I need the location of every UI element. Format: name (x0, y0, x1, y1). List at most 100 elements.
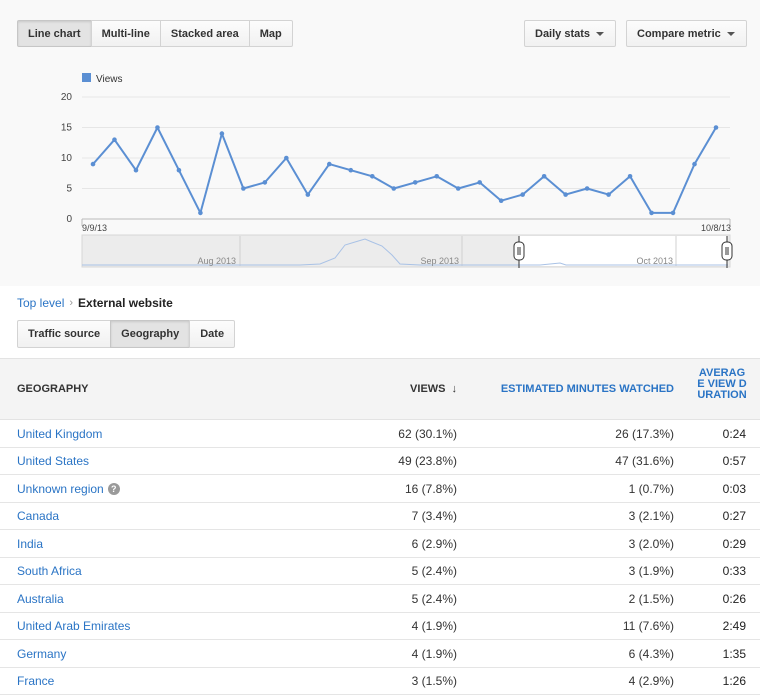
data-point[interactable] (692, 161, 697, 167)
data-point[interactable] (241, 186, 246, 191)
duration-value: 0:27 (722, 509, 746, 523)
table-row: France 3 (1.5%) 4 (2.9%) 1:26 (0, 668, 760, 695)
geo-link[interactable]: Unknown region? (17, 475, 120, 502)
data-point[interactable] (348, 167, 354, 173)
sort-arrow-icon: ↓ (451, 383, 458, 395)
geo-label: Unknown region (17, 481, 104, 496)
timeline-handle-left[interactable] (513, 241, 525, 261)
breadcrumb-top-level[interactable]: Top level (17, 296, 64, 310)
geo-link[interactable]: United Kingdom (17, 420, 102, 447)
data-point[interactable] (455, 186, 461, 191)
data-point[interactable] (498, 198, 504, 203)
views-value: 6 (2.9%) (411, 536, 457, 551)
geo-link[interactable]: United Arab Emirates (17, 613, 130, 640)
breadcrumb: Top level › External website (17, 296, 173, 310)
geo-link[interactable]: Australia (17, 585, 64, 612)
geo-label: France (17, 674, 55, 688)
data-point[interactable] (412, 180, 418, 185)
views-line-chart: 0 5 10 15 20 9/9/13 10/8/13 Views Aug 2013 S… (61, 73, 733, 268)
column-header-views-label: VIEWS (410, 383, 446, 395)
table-row: Germany 4 (1.9%) 6 (4.3%) 1:35 (0, 640, 760, 668)
column-header-views[interactable]: VIEWS ↓ (410, 383, 457, 395)
geo-link[interactable]: India (17, 530, 43, 557)
data-point[interactable] (649, 210, 654, 216)
y-tick-label: 5 (66, 184, 72, 195)
geo-link[interactable]: United States (17, 448, 89, 475)
legend-swatch (82, 73, 91, 82)
views-value: 62 (30.1%) (398, 426, 457, 441)
table-row: South Africa 5 (2.4%) 3 (1.9%) 0:33 (0, 558, 760, 585)
geo-label: United Arab Emirates (17, 619, 131, 633)
views-value: 3 (1.5%) (411, 674, 457, 688)
data-point[interactable] (112, 137, 117, 142)
duration-value: 0:24 (722, 426, 746, 441)
geo-label: India (17, 536, 44, 551)
geo-label: Australia (17, 591, 64, 606)
table-row: United Arab Emirates 4 (1.9%) 11 (7.6%) 2:4… (0, 613, 760, 640)
data-point[interactable] (477, 180, 482, 185)
data-point[interactable] (606, 192, 611, 197)
minutes-value: 26 (17.3%) (615, 426, 674, 441)
geo-link[interactable]: France (17, 668, 54, 695)
timeline-label-aug: Aug 2013 (197, 256, 236, 266)
data-point[interactable] (305, 192, 311, 197)
series-line-views (92, 126, 717, 214)
data-point[interactable] (584, 186, 590, 191)
data-point[interactable] (434, 174, 440, 179)
data-point[interactable] (176, 167, 182, 173)
minutes-value: 11 (7.6%) (622, 619, 674, 633)
geo-link[interactable]: South Africa (17, 558, 82, 585)
tab-geography[interactable]: Geography (110, 320, 191, 348)
minutes-value: 2 (1.5%) (628, 591, 674, 606)
geo-label: United Kingdom (17, 426, 103, 441)
minutes-value: 3 (1.9%) (628, 564, 674, 578)
table-row: United Kingdom 62 (30.1%) 26 (17.3%) 0:24 (0, 420, 760, 448)
tab-date[interactable]: Date (189, 320, 236, 348)
help-icon[interactable]: ? (107, 482, 120, 495)
geography-table: GEOGRAPHY VIEWS ↓ ESTIMATED MINUTES WATC… (0, 358, 760, 695)
tab-traffic-source[interactable]: Traffic source (17, 320, 112, 348)
data-point[interactable] (198, 210, 203, 216)
duration-value: 1:35 (722, 646, 746, 661)
data-point[interactable] (327, 161, 332, 167)
duration-value: 1:26 (722, 674, 746, 688)
table-row: Canada 7 (3.4%) 3 (2.1%) 0:27 (0, 503, 760, 530)
y-tick-label: 0 (66, 214, 72, 225)
data-point[interactable] (262, 180, 268, 185)
data-point[interactable] (627, 174, 633, 179)
geo-label: Canada (17, 509, 60, 523)
data-point[interactable] (563, 192, 568, 197)
geo-link[interactable]: Germany (17, 640, 66, 667)
geo-link[interactable]: Canada (17, 503, 59, 530)
column-header-duration[interactable]: AVERAGE VIEW DURATION (696, 368, 748, 401)
data-point[interactable] (133, 167, 139, 173)
data-point[interactable] (541, 174, 547, 179)
data-point[interactable] (713, 125, 719, 130)
timeline-label-oct: Oct 2013 (636, 256, 673, 266)
views-value: 4 (1.9%) (411, 646, 457, 661)
data-point[interactable] (90, 161, 96, 167)
data-point[interactable] (155, 125, 160, 130)
column-header-geography[interactable]: GEOGRAPHY (17, 383, 89, 395)
views-value: 5 (2.4%) (411, 591, 457, 606)
table-header: GEOGRAPHY VIEWS ↓ ESTIMATED MINUTES WATC… (0, 358, 760, 420)
duration-value: 0:29 (722, 536, 746, 551)
geo-label: South Africa (17, 564, 82, 578)
table-body: United Kingdom 62 (30.1%) 26 (17.3%) 0:24 Un… (0, 420, 760, 695)
column-header-minutes[interactable]: ESTIMATED MINUTES WATCHED (501, 383, 674, 395)
timeline-selection[interactable] (519, 236, 727, 266)
x-start-label: 9/9/13 (82, 223, 107, 233)
data-point[interactable] (520, 192, 525, 197)
data-point[interactable] (369, 174, 375, 179)
data-point[interactable] (219, 131, 225, 136)
minutes-value: 3 (2.1%) (628, 509, 674, 523)
y-tick-label: 15 (61, 123, 73, 134)
minutes-value: 3 (2.0%) (628, 536, 674, 551)
data-point[interactable] (284, 155, 289, 161)
dimension-tabs: Traffic source Geography Date (17, 320, 236, 348)
legend-label: Views (96, 74, 123, 85)
y-tick-label: 20 (61, 92, 73, 103)
data-point[interactable] (670, 210, 676, 216)
timeline-handle-right[interactable] (721, 241, 733, 261)
data-point[interactable] (391, 186, 397, 191)
